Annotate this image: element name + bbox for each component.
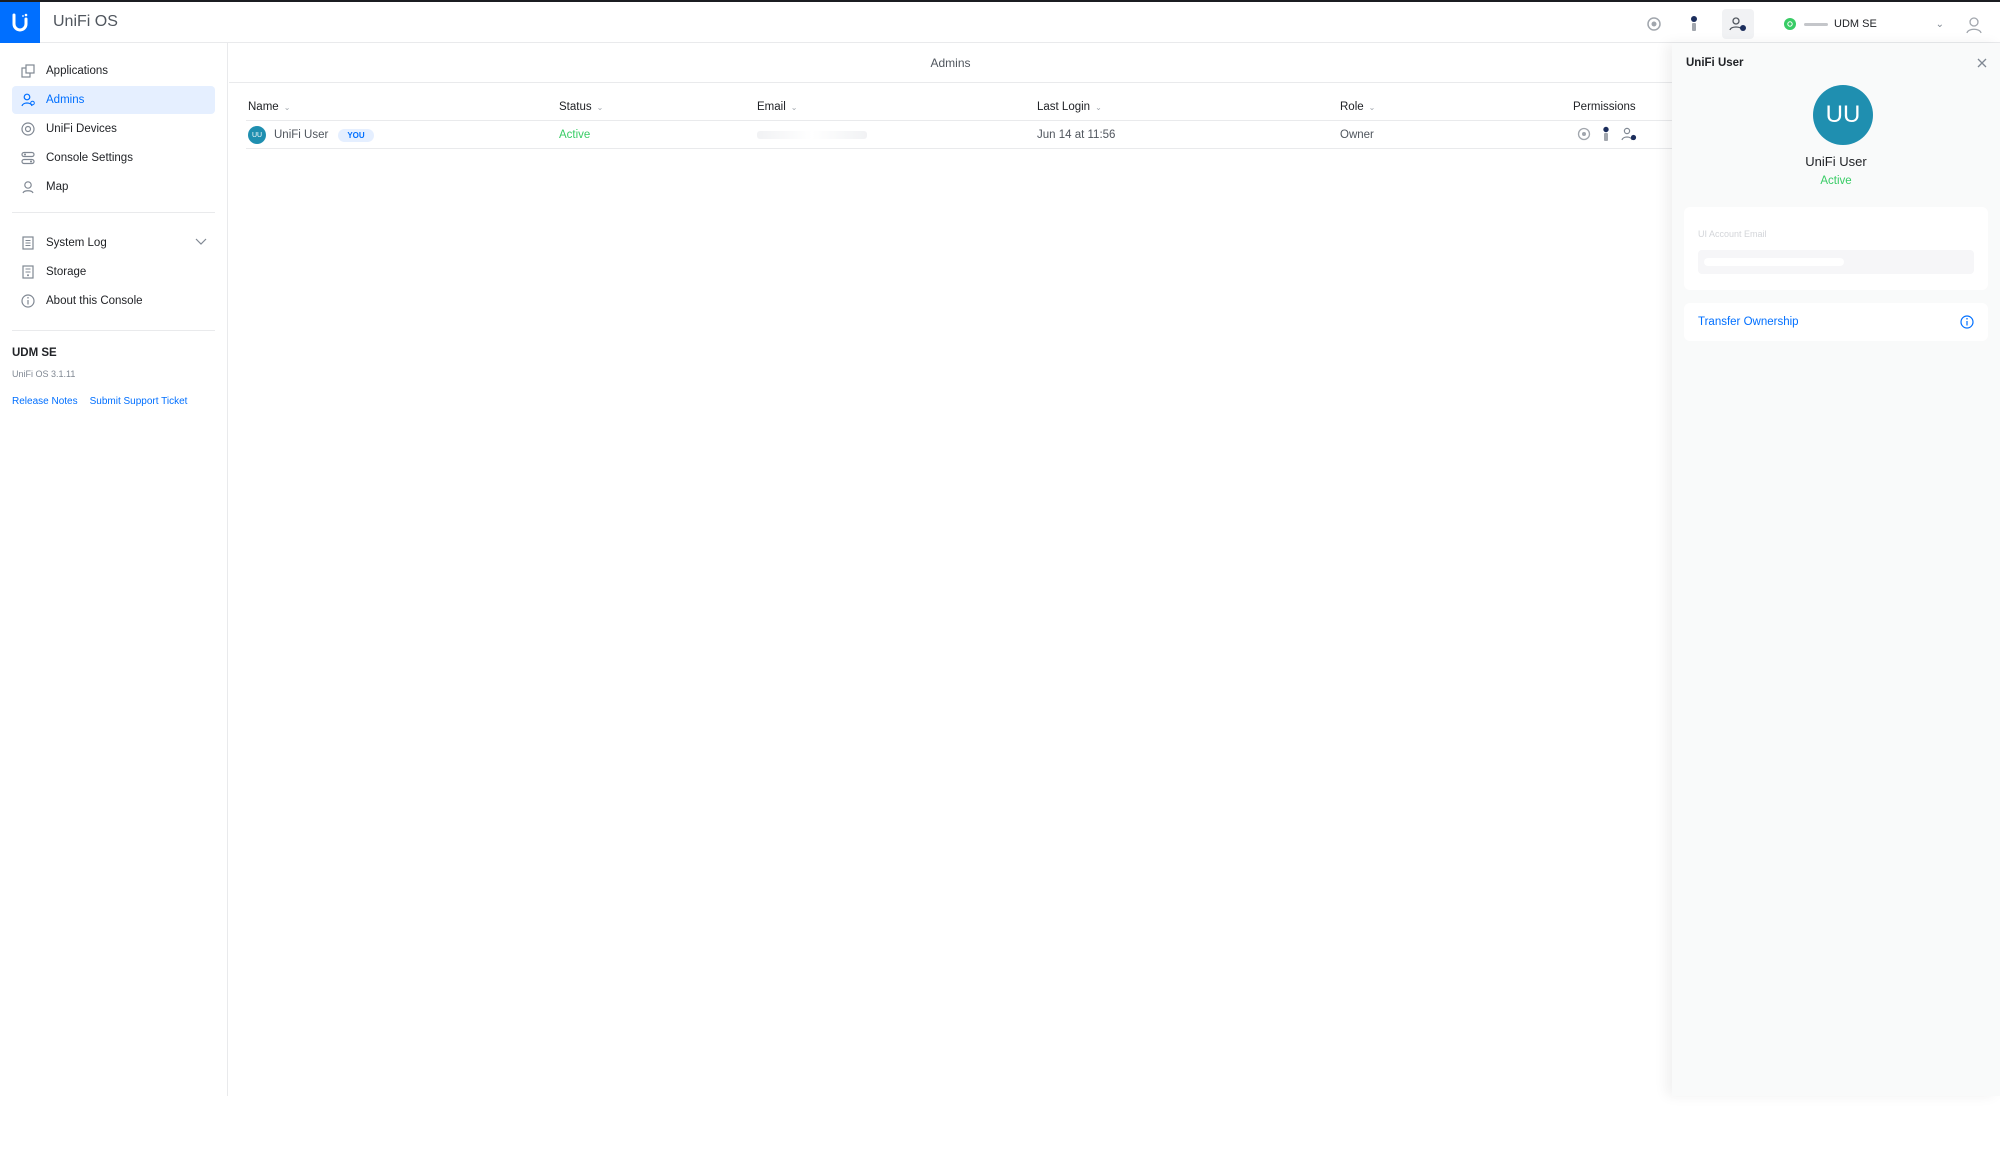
release-notes-link[interactable]: Release Notes [12,396,78,407]
admin-detail-panel: UniFi User UU UniFi User Active UI Accou… [1672,43,2000,1096]
app-title: UniFi OS [53,13,118,30]
chevron-down-icon[interactable] [195,237,207,249]
column-header-permissions: Permissions [1573,93,1636,121]
column-header-email[interactable]: Email ⌄ [757,93,797,121]
last-login-value: Jun 14 at 11:56 [1037,129,1116,141]
column-label: Email [757,101,786,113]
admins-app-icon [1621,127,1637,144]
sidebar-item-label: Applications [46,65,109,77]
network-app-icon [1577,127,1591,144]
console-selector[interactable]: UDM SE ⌄ [1774,12,1950,36]
sidebar-item-about-console[interactable]: About this Console [12,287,215,315]
role-value: Owner [1340,129,1374,141]
redacted-email-bar [757,131,867,139]
info-icon [20,293,36,309]
sidebar-item-label: Admins [46,94,85,106]
info-icon[interactable] [1960,315,1974,329]
chevron-down-icon: ⌄ [1935,18,1944,30]
avatar: UU [248,126,266,144]
column-header-name[interactable]: Name ⌄ [248,93,290,121]
sidebar-links: Release Notes Submit Support Ticket [12,396,187,407]
online-status-icon [1784,18,1796,30]
email-field [1698,250,1974,274]
network-app-icon[interactable] [1642,12,1666,36]
column-header-status[interactable]: Status ⌄ [559,93,603,121]
map-icon [20,179,36,195]
sidebar-item-applications[interactable]: Applications [12,57,215,85]
redacted-email-bar [1704,258,1844,266]
sort-icon: ⌄ [596,102,604,112]
column-label: Status [559,101,592,113]
user-avatar-icon[interactable] [1964,15,1984,35]
sidebar-item-label: Map [46,181,69,193]
sidebar-item-label: UniFi Devices [46,123,117,135]
account-email-card: UI Account Email [1684,207,1988,290]
table-row[interactable]: UU UniFi User YOU Active Jun 14 at 11:56… [246,121,1672,149]
sidebar-item-label: Storage [46,266,87,278]
transfer-ownership-card: Transfer Ownership [1684,303,1988,341]
column-label: Last Login [1037,101,1091,113]
sidebar-item-label: About this Console [46,295,143,307]
console-name: UDM SE [12,347,57,359]
page-title: Admins [229,43,1672,83]
email-redacted [757,121,867,149]
column-header-role[interactable]: Role ⌄ [1340,93,1375,121]
column-label: Name [248,101,279,113]
sidebar-divider [12,212,215,213]
console-selector-label: UDM SE [1834,18,1877,30]
permissions-cell [1577,121,1637,149]
sidebar-item-map[interactable]: Map [12,173,215,201]
status-badge: Active [1820,175,1852,187]
transfer-ownership-link[interactable]: Transfer Ownership [1698,316,1799,328]
avatar: UU [1813,85,1873,145]
sort-icon: ⌄ [283,102,291,112]
devices-icon [20,121,36,137]
sort-icon: ⌄ [1368,102,1376,112]
support-ticket-link[interactable]: Submit Support Ticket [90,396,188,407]
top-app-icons [1642,9,1754,39]
panel-user-name: UniFi User [1805,154,1867,169]
sidebar-divider [12,330,215,331]
access-app-icon [1601,126,1611,145]
log-icon [20,235,36,251]
sort-icon: ⌄ [790,102,798,112]
sidebar-item-admins[interactable]: Admins [12,86,215,114]
admin-name: UniFi User [274,129,329,141]
access-app-icon[interactable] [1682,12,1706,36]
unifi-logo-icon[interactable] [0,2,40,43]
sidebar-item-unifi-devices[interactable]: UniFi Devices [12,115,215,143]
sidebar-item-console-settings[interactable]: Console Settings [12,144,215,172]
column-label: Permissions [1573,101,1636,113]
settings-icon [20,150,36,166]
you-badge: YOU [338,128,374,142]
close-icon[interactable] [1974,55,1990,71]
top-bar: UniFi OS UDM SE ⌄ [0,0,2000,43]
sort-icon: ⌄ [1095,102,1102,112]
sidebar-item-label: Console Settings [46,152,133,164]
console-model-glyph [1804,22,1828,26]
column-label: Role [1340,101,1364,113]
sidebar-item-system-log[interactable]: System Log [12,229,215,257]
console-version: UniFi OS 3.1.11 [12,369,76,379]
status-badge: Active [559,129,591,141]
sidebar-item-label: System Log [46,237,107,249]
sidebar: Applications Admins UniFi Devices Consol… [0,43,228,1096]
sidebar-item-storage[interactable]: Storage [12,258,215,286]
admins-icon [20,92,36,108]
cell-name: UU UniFi User YOU [248,121,374,149]
applications-icon [20,63,36,79]
panel-title: UniFi User [1686,57,1744,69]
admins-app-icon[interactable] [1722,9,1754,39]
storage-icon [20,264,36,280]
admins-table-header: Name ⌄ Status ⌄ Email ⌄ Last Login ⌄ Role ⌄ P… [246,93,1672,121]
column-header-last-login[interactable]: Last Login ⌄ [1037,93,1102,121]
email-field-label: UI Account Email [1698,229,1767,239]
